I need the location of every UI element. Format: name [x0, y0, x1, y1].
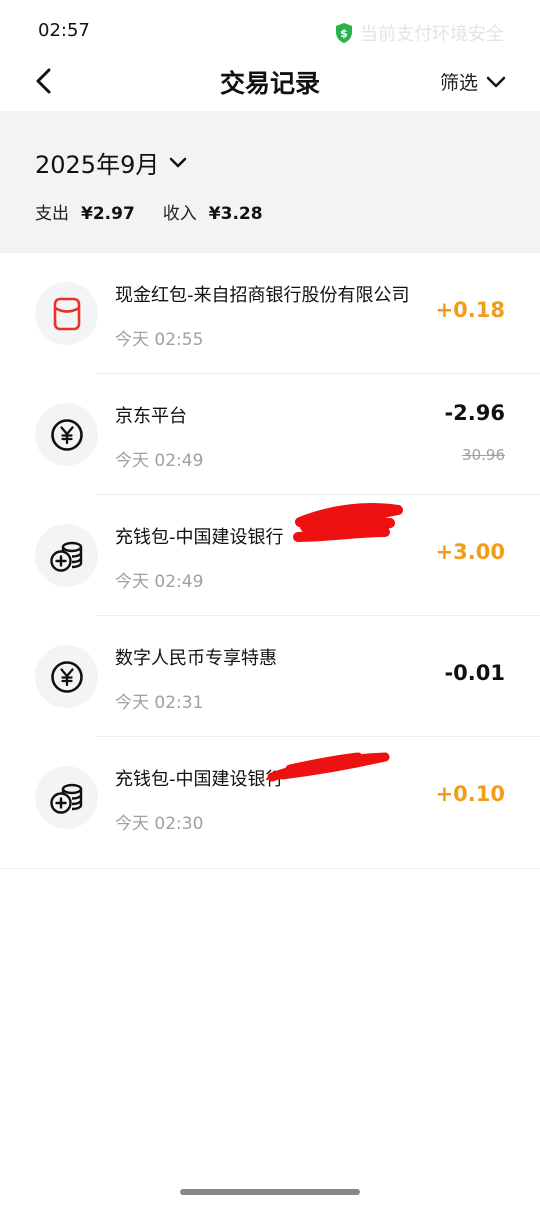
status-time: 02:57 [38, 20, 90, 41]
home-indicator[interactable] [180, 1189, 360, 1195]
transaction-row[interactable]: 现金红包-来自招商银行股份有限公司 今天 02:55 +0.18 [0, 253, 540, 374]
transaction-title: 充钱包-中国建设银行 [115, 769, 284, 790]
nav-bar: 交易记录 筛选 [0, 56, 540, 106]
transaction-time: 今天 02:31 [115, 693, 204, 713]
coin-stack-plus-icon [35, 524, 98, 587]
security-indicator: $ 当前支付环境安全 [334, 20, 504, 46]
original-amount: 30.96 [462, 446, 505, 464]
yuan-coin-icon [35, 645, 98, 708]
transaction-time: 今天 02:49 [115, 572, 204, 592]
month-picker[interactable]: 2025年9月 [35, 145, 187, 180]
totals: 支出 ¥2.97 收入 ¥3.28 [35, 199, 291, 224]
transaction-row[interactable]: 充钱包-中国建设银行 今天 02:49 +3.00 [0, 495, 540, 616]
transaction-title: 充钱包-中国建设银行 [115, 527, 284, 548]
filter-button[interactable]: 筛选 [440, 68, 506, 95]
expense-label: 支出 [35, 204, 69, 224]
transaction-row[interactable]: 充钱包-中国建设银行 今天 02:30 +0.10 [0, 737, 540, 869]
svg-text:$: $ [340, 27, 348, 40]
transaction-title: 数字人民币专享特惠 [115, 648, 277, 669]
transaction-time: 今天 02:30 [115, 814, 204, 834]
expense-value: ¥2.97 [81, 204, 135, 224]
income-value: ¥3.28 [208, 204, 263, 224]
chevron-down-icon [486, 76, 506, 87]
transaction-row[interactable]: 京东平台 今天 02:49 -2.96 30.96 [0, 374, 540, 495]
transaction-list: 现金红包-来自招商银行股份有限公司 今天 02:55 +0.18 京东平台 今天… [0, 253, 540, 869]
coin-stack-plus-icon [35, 766, 98, 829]
transaction-title: 现金红包-来自招商银行股份有限公司 [115, 285, 410, 306]
monthly-summary: 2025年9月 支出 ¥2.97 收入 ¥3.28 [0, 111, 540, 253]
shield-icon: $ [336, 23, 352, 43]
transaction-amount: -0.01 [444, 661, 505, 685]
transaction-amount: +0.10 [435, 782, 505, 806]
chevron-down-icon [170, 157, 187, 167]
transaction-row[interactable]: 数字人民币专享特惠 今天 02:31 -0.01 [0, 616, 540, 737]
transaction-amount: +3.00 [435, 540, 505, 564]
transaction-time: 今天 02:49 [115, 451, 204, 471]
yuan-coin-icon [35, 403, 98, 466]
income-label: 收入 [162, 204, 197, 224]
month-label: 2025年9月 [35, 151, 160, 179]
transaction-time: 今天 02:55 [115, 330, 204, 350]
filter-label: 筛选 [439, 72, 478, 94]
transaction-title: 京东平台 [115, 406, 187, 427]
status-bar: 02:57 $ 当前支付环境安全 [0, 0, 540, 60]
red-packet-icon [35, 282, 98, 345]
transaction-amount: +0.18 [435, 298, 505, 322]
security-text: 当前支付环境安全 [360, 24, 504, 45]
transaction-amount: -2.96 [444, 401, 505, 425]
